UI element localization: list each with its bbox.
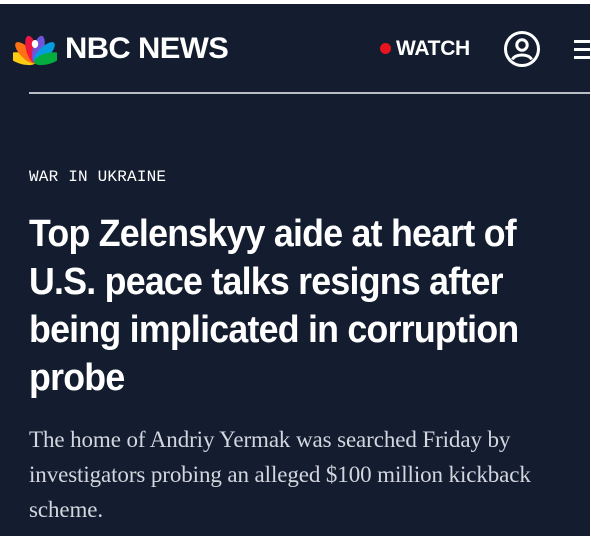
account-icon [504,31,540,67]
hamburger-menu-icon[interactable] [574,39,590,61]
site-header: NBC NEWS WATCH [0,4,590,96]
menu-bar [574,56,590,59]
brand-name: NBC NEWS [65,32,229,65]
article-headline: Top Zelenskyy aide at heart of U.S. peac… [29,213,519,399]
article-dek: The home of Andriy Yermak was searched F… [29,427,531,522]
section-kicker-link[interactable]: WAR IN UKRAINE [29,168,166,186]
menu-bar [574,48,590,51]
live-dot-icon [380,43,391,54]
nbc-peacock-logo-icon [13,35,57,66]
article-header-panel: NBC NEWS WATCH WAR IN UKRAINE Top Zelens… [0,4,590,536]
header-divider [29,92,590,94]
watch-live-button[interactable]: WATCH [380,38,470,59]
menu-bar [574,40,590,43]
account-button[interactable] [503,30,541,68]
nbc-news-logo[interactable]: NBC NEWS [13,32,229,66]
watch-label: WATCH [396,37,470,60]
page: NBC NEWS WATCH WAR IN UKRAINE Top Zelens… [0,0,591,542]
